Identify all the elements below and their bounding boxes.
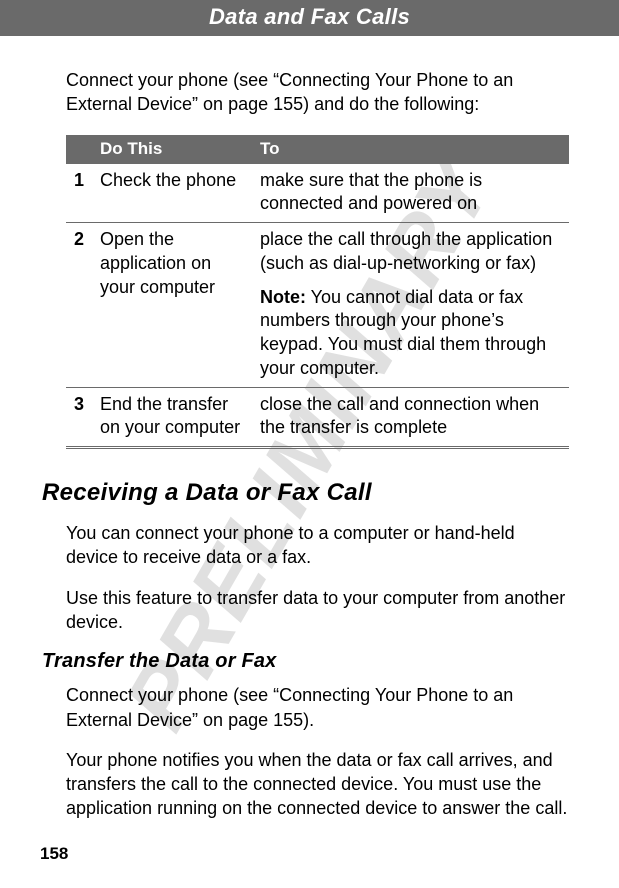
- body-paragraph: Your phone notifies you when the data or…: [66, 748, 569, 821]
- step-note: Note: You cannot dial data or fax number…: [260, 286, 563, 381]
- chapter-title: Data and Fax Calls: [0, 4, 619, 30]
- step-result: place the call through the application (…: [252, 223, 569, 388]
- intro-paragraph: Connect your phone (see “Connecting Your…: [66, 68, 569, 117]
- body-paragraph: You can connect your phone to a computer…: [66, 521, 569, 570]
- body-paragraph: Connect your phone (see “Connecting Your…: [66, 683, 569, 732]
- step-result: close the call and connection when the t…: [252, 387, 569, 448]
- instruction-table: Do This To 1 Check the phone make sure t…: [66, 135, 569, 450]
- table-row: 2 Open the application on your computer …: [66, 223, 569, 388]
- page-content: Connect your phone (see “Connecting Your…: [0, 36, 619, 821]
- section-heading: Receiving a Data or Fax Call: [42, 479, 569, 507]
- col-header-num: [66, 135, 92, 164]
- step-action: Check the phone: [92, 164, 252, 223]
- body-paragraph: Use this feature to transfer data to you…: [66, 586, 569, 635]
- step-action: End the transfer on your computer: [92, 387, 252, 448]
- step-result-text: place the call through the application (…: [260, 229, 552, 273]
- step-number: 1: [66, 164, 92, 223]
- step-action: Open the application on your computer: [92, 223, 252, 388]
- note-label: Note:: [260, 287, 306, 307]
- col-header-do: Do This: [92, 135, 252, 164]
- step-number: 2: [66, 223, 92, 388]
- step-result: make sure that the phone is connected an…: [252, 164, 569, 223]
- table-row: 3 End the transfer on your computer clos…: [66, 387, 569, 448]
- table-header-row: Do This To: [66, 135, 569, 164]
- subsection-heading: Transfer the Data or Fax: [42, 650, 569, 673]
- col-header-to: To: [252, 135, 569, 164]
- step-number: 3: [66, 387, 92, 448]
- page-number: 158: [40, 844, 68, 864]
- chapter-header-bar: Data and Fax Calls: [0, 0, 619, 36]
- table-row: 1 Check the phone make sure that the pho…: [66, 164, 569, 223]
